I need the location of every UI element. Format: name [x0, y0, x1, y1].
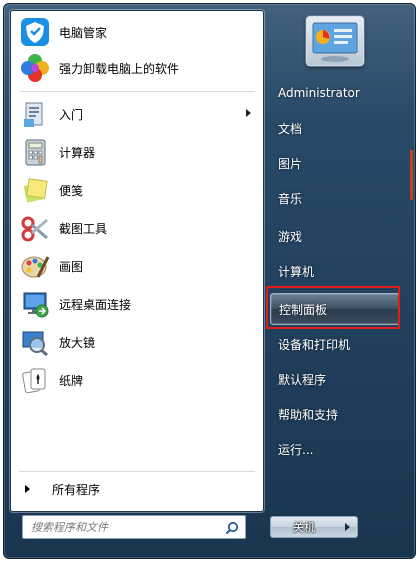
- submenu-arrow-icon[interactable]: [246, 109, 251, 117]
- right-item-label: 默认程序: [278, 372, 327, 387]
- calculator-icon: [19, 136, 51, 168]
- pinned-label: 强力卸载电脑上的软件: [59, 61, 180, 76]
- program-label: 远程桌面连接: [59, 297, 132, 312]
- programs-pane: 电脑管家 强力卸载电脑上的软件 入门 计算器 便笺 截图工具 画图 远程桌面连接…: [10, 10, 264, 512]
- search-input[interactable]: [29, 519, 223, 535]
- right-item-label: Administrator: [278, 86, 360, 100]
- program-label: 截图工具: [59, 221, 108, 236]
- menu-item-documents[interactable]: 文档: [270, 113, 400, 143]
- right-item-label: 游戏: [278, 229, 303, 244]
- separator: [19, 471, 255, 472]
- program-item-magnifier[interactable]: 放大镜: [15, 325, 259, 359]
- right-item-label: 文档: [278, 121, 303, 136]
- all-programs-button[interactable]: 所有程序: [15, 477, 259, 501]
- search-icon[interactable]: [225, 520, 239, 535]
- background-window-edge: [410, 150, 413, 200]
- getting-started-icon: [19, 98, 51, 130]
- program-label: 计算器: [59, 145, 96, 160]
- program-item-getting-started[interactable]: 入门: [15, 97, 259, 131]
- menu-item-devices-printers[interactable]: 设备和打印机: [270, 329, 400, 359]
- solitaire-icon: [19, 364, 51, 396]
- paint-icon: [19, 250, 51, 282]
- remote-desktop-icon: [19, 288, 51, 320]
- program-label: 便笺: [59, 183, 84, 198]
- separator: [19, 91, 255, 92]
- right-item-label: 设备和打印机: [278, 337, 351, 352]
- pinned-item-pc-manager[interactable]: 电脑管家: [15, 15, 259, 49]
- triangle-right-icon: [25, 485, 30, 493]
- menu-item-pictures[interactable]: 图片: [270, 148, 400, 178]
- search-box[interactable]: [22, 515, 246, 539]
- program-label: 画图: [59, 259, 84, 274]
- magnifier-icon: [19, 326, 51, 358]
- tencent-shield-icon: [19, 16, 51, 48]
- menu-item-music[interactable]: 音乐: [270, 183, 400, 213]
- pinned-item-uninstaller[interactable]: 强力卸载电脑上的软件: [15, 51, 259, 85]
- right-item-label: 帮助和支持: [278, 407, 339, 422]
- program-label: 纸牌: [59, 373, 84, 388]
- shutdown-button[interactable]: 关机: [270, 516, 338, 538]
- right-item-label: 计算机: [278, 264, 315, 279]
- program-label: 放大镜: [59, 335, 96, 350]
- menu-item-games[interactable]: 游戏: [270, 221, 400, 251]
- right-item-label: 音乐: [278, 191, 303, 206]
- user-picture[interactable]: [306, 16, 364, 66]
- all-programs-label: 所有程序: [52, 482, 101, 497]
- program-item-paint[interactable]: 画图: [15, 249, 259, 283]
- program-item-sticky-notes[interactable]: 便笺: [15, 173, 259, 207]
- right-item-label: 图片: [278, 156, 303, 171]
- right-item-label: 运行...: [278, 442, 314, 457]
- menu-item-help-support[interactable]: 帮助和支持: [270, 399, 400, 429]
- program-item-calculator[interactable]: 计算器: [15, 135, 259, 169]
- menu-item-default-programs[interactable]: 默认程序: [270, 364, 400, 394]
- highlight-annotation-box: [266, 286, 400, 329]
- sticky-notes-icon: [19, 174, 51, 206]
- pinned-label: 电脑管家: [59, 25, 108, 40]
- menu-item-administrator[interactable]: Administrator: [270, 78, 400, 108]
- menu-item-run[interactable]: 运行...: [270, 434, 400, 464]
- shutdown-options-button[interactable]: [337, 516, 358, 538]
- scissors-icon: [19, 212, 51, 244]
- program-item-remote-desktop[interactable]: 远程桌面连接: [15, 287, 259, 321]
- menu-item-computer[interactable]: 计算机: [270, 256, 400, 286]
- program-label: 入门: [59, 107, 84, 122]
- program-item-snipping-tool[interactable]: 截图工具: [15, 211, 259, 245]
- shutdown-label: 关机: [293, 521, 315, 534]
- program-item-solitaire[interactable]: 纸牌: [15, 363, 259, 397]
- colorful-flower-icon: [19, 52, 51, 84]
